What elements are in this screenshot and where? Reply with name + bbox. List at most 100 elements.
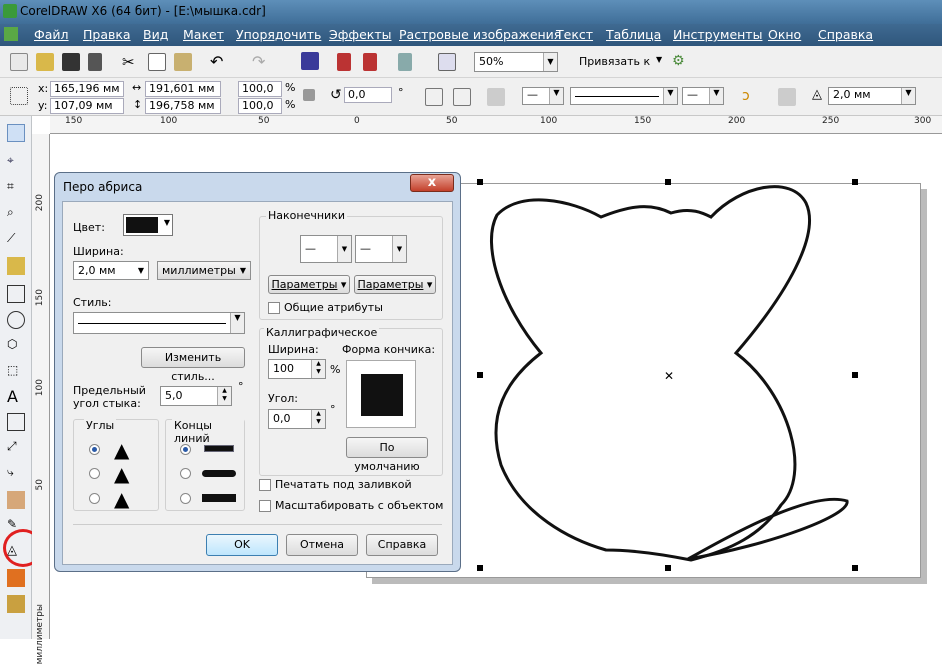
ok-button[interactable]: OK [206, 534, 278, 556]
search-content-icon[interactable] [301, 52, 319, 70]
selection-handle[interactable] [852, 372, 858, 378]
cap-round-radio[interactable] [180, 468, 191, 479]
outline-width-dropdown[interactable]: 2,0 мм ▼ [828, 87, 916, 105]
zoom-level-dropdown[interactable]: 50% ▼ [474, 52, 558, 72]
nib-shape-preview[interactable] [346, 360, 416, 428]
default-button[interactable]: По умолчанию [346, 437, 428, 473]
line-style-select[interactable]: ▼ [73, 312, 245, 334]
convert-to-curves-icon[interactable]: ↄ [742, 88, 760, 106]
polygon-tool-icon[interactable]: ⬡ [7, 337, 25, 355]
menu-help[interactable]: Справка [818, 27, 873, 42]
scale-x-field[interactable]: 100,0 [238, 81, 282, 97]
end-arrow-dropdown[interactable]: — ▼ [355, 235, 407, 263]
connector-tool-icon[interactable]: ⤷ [7, 465, 25, 483]
copy-icon[interactable] [148, 53, 166, 71]
nib-width-field[interactable]: 100 ▲ ▼ [268, 359, 326, 379]
cap-square-radio[interactable] [180, 493, 191, 504]
arrow-options-end-button[interactable]: Параметры ▾ [354, 275, 436, 294]
paste-icon[interactable] [174, 53, 192, 71]
menu-text[interactable]: Текст [556, 27, 593, 42]
export-icon[interactable] [363, 53, 377, 71]
crop-tool-icon[interactable]: ⌗ [7, 179, 25, 197]
interactive-effects-icon[interactable] [7, 491, 25, 509]
application-launcher-icon[interactable] [398, 53, 412, 71]
y-position-field[interactable]: 107,09 мм [50, 98, 124, 114]
spinner-icon[interactable]: ▲ ▼ [217, 387, 231, 405]
spinner-icon[interactable]: ▲ ▼ [311, 410, 325, 428]
mouse-body-path[interactable] [489, 185, 811, 562]
text-tool-icon[interactable]: A [7, 387, 25, 406]
color-picker-button[interactable]: ▼ [123, 214, 173, 236]
import-icon[interactable] [337, 53, 351, 71]
object-width-field[interactable]: 191,601 мм [145, 81, 221, 97]
pick-tool-icon[interactable] [7, 124, 25, 142]
corner-bevel-radio[interactable] [89, 493, 100, 504]
mirror-vertical-icon[interactable] [453, 88, 471, 106]
lock-ratio-icon[interactable] [303, 89, 315, 101]
rectangle-tool-icon[interactable] [7, 285, 25, 303]
print-icon[interactable] [88, 53, 102, 71]
menu-effects[interactable]: Эффекты [329, 27, 392, 42]
menu-table[interactable]: Таблица [606, 27, 661, 42]
dimension-tool-icon[interactable]: ⤢ [7, 439, 25, 457]
units-dropdown[interactable]: миллиметры ▼ [157, 261, 251, 280]
options-icon[interactable]: ⚙ [672, 53, 690, 71]
menu-tools[interactable]: Инструменты [673, 27, 762, 42]
start-arrowhead-dropdown[interactable]: — ▼ [522, 87, 564, 105]
shape-tool-icon[interactable]: ⌖ [7, 153, 25, 171]
undo-icon[interactable]: ↶ [210, 52, 228, 71]
wrap-text-icon[interactable] [487, 88, 505, 106]
corner-round-radio[interactable] [89, 468, 100, 479]
interactive-fill-icon[interactable] [7, 595, 25, 613]
selection-handle[interactable] [665, 179, 671, 185]
scale-y-field[interactable]: 100,0 [238, 98, 282, 114]
fill-tool-icon[interactable] [7, 569, 25, 587]
selection-handle[interactable] [852, 565, 858, 571]
welcome-screen-icon[interactable] [438, 53, 456, 71]
ellipse-tool-icon[interactable] [7, 311, 25, 329]
x-position-field[interactable]: 165,196 мм [50, 81, 124, 97]
open-folder-icon[interactable] [36, 53, 54, 71]
redo-icon[interactable]: ↷ [252, 52, 270, 71]
mouse-tail-path[interactable] [687, 497, 849, 561]
snap-to-dropdown[interactable]: Привязать к [579, 55, 650, 68]
cancel-button[interactable]: Отмена [286, 534, 358, 556]
selection-handle[interactable] [477, 372, 483, 378]
behind-fill-checkbox[interactable] [259, 479, 271, 491]
line-style-dropdown[interactable]: ▼ [570, 87, 678, 105]
scale-with-object-checkbox[interactable] [259, 500, 271, 512]
menu-file[interactable]: Файл [34, 27, 69, 42]
menu-edit[interactable]: Правка [83, 27, 131, 42]
menu-arrange[interactable]: Упорядочить [236, 27, 321, 42]
close-icon[interactable]: x [410, 174, 454, 192]
menu-window[interactable]: Окно [768, 27, 801, 42]
edit-style-button[interactable]: Изменить стиль... [141, 347, 245, 383]
menu-view[interactable]: Вид [143, 27, 168, 42]
object-origin-icon[interactable] [10, 87, 28, 105]
arrow-options-start-button[interactable]: Параметры ▾ [268, 275, 350, 294]
end-arrowhead-dropdown[interactable]: — ▼ [682, 87, 724, 105]
freehand-tool-icon[interactable]: ⟋ [7, 231, 25, 249]
basic-shapes-icon[interactable]: ⬚ [7, 363, 25, 381]
miter-limit-field[interactable]: 5,0 ▲ ▼ [160, 386, 232, 406]
chevron-down-icon[interactable]: ▼ [656, 55, 662, 64]
help-button[interactable]: Справка [366, 534, 438, 556]
selection-handle[interactable] [852, 179, 858, 185]
width-dropdown[interactable]: 2,0 мм ▼ [73, 261, 149, 280]
wrap-icon[interactable] [778, 88, 796, 106]
shared-attributes-checkbox[interactable] [268, 302, 280, 314]
rotation-angle-field[interactable]: 0,0 [344, 87, 392, 103]
zoom-tool-icon[interactable]: ⌕ [7, 205, 25, 223]
menu-bitmaps[interactable]: Растровые изображения [399, 27, 561, 42]
corner-miter-radio[interactable] [89, 444, 100, 455]
table-tool-icon[interactable] [7, 413, 25, 431]
cut-icon[interactable]: ✂ [122, 53, 140, 71]
start-arrow-dropdown[interactable]: — ▼ [300, 235, 352, 263]
selection-handle[interactable] [665, 565, 671, 571]
selection-handle[interactable] [477, 179, 483, 185]
selection-handle[interactable] [477, 565, 483, 571]
mirror-horizontal-icon[interactable] [425, 88, 443, 106]
spinner-icon[interactable]: ▲ ▼ [311, 360, 325, 378]
save-icon[interactable] [62, 53, 80, 71]
smart-fill-icon[interactable] [7, 257, 25, 275]
